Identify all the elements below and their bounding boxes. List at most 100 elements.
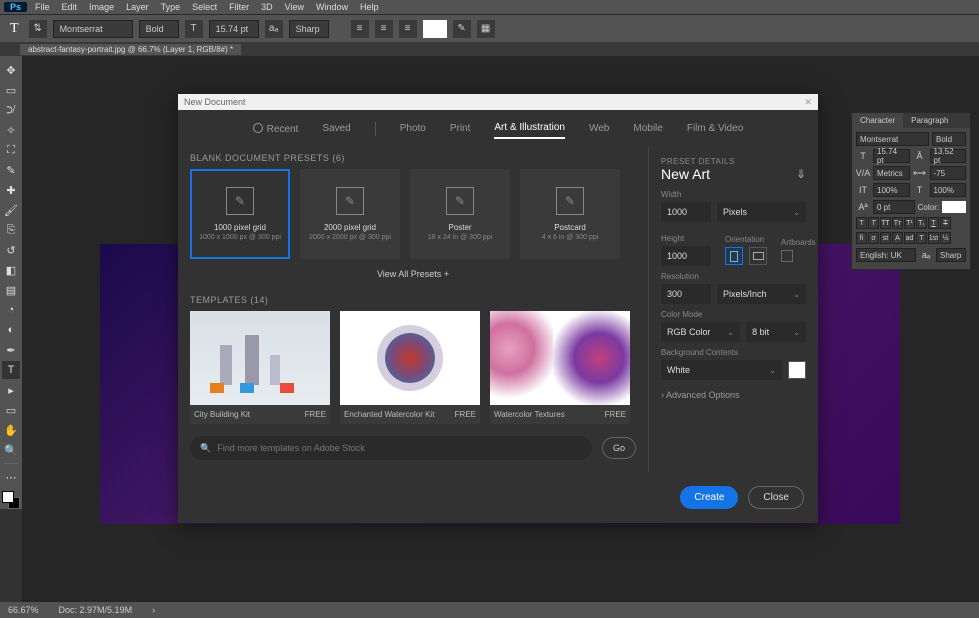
healing-tool-icon[interactable]: ✚ [2,181,20,199]
ordinals-button[interactable]: σ [868,232,879,244]
tab-film-video[interactable]: Film & Video [687,119,744,138]
brush-tool-icon[interactable]: 🖌 [2,201,20,219]
tab-mobile[interactable]: Mobile [633,119,662,138]
text-tool-icon[interactable]: T [2,361,20,379]
close-button[interactable]: Close [748,486,804,509]
tab-saved[interactable]: Saved [322,119,350,138]
close-icon[interactable]: ✕ [804,97,812,108]
font-size-field[interactable]: 15.74 pt [209,20,259,38]
menu-help[interactable]: Help [354,2,385,12]
align-left-icon[interactable]: ≡ [351,20,369,38]
width-field[interactable] [661,202,711,222]
resolution-field[interactable] [661,284,711,304]
zoom-level[interactable]: 66.67% [8,605,39,615]
align-right-icon[interactable]: ≡ [399,20,417,38]
font-family-dropdown[interactable]: Montserrat [53,20,133,38]
warp-text-icon[interactable]: ✎ [453,20,471,38]
artboards-checkbox[interactable] [781,250,793,262]
foreground-color-swatch[interactable] [2,491,14,503]
shape-tool-icon[interactable]: ▭ [2,401,20,419]
char-leading[interactable]: 13.52 pt [930,149,967,163]
char-font-family[interactable]: Montserrat [856,132,929,146]
align-center-icon[interactable]: ≡ [375,20,393,38]
lasso-tool-icon[interactable]: ⟉ [2,101,20,119]
bg-color-swatch[interactable] [788,361,806,379]
subscript-button[interactable]: T₁ [916,217,927,229]
magic-wand-tool-icon[interactable]: ✧ [2,121,20,139]
menu-image[interactable]: Image [83,2,120,12]
fractions-button[interactable]: 1st [928,232,939,244]
history-brush-tool-icon[interactable]: ↺ [2,241,20,259]
units-dropdown[interactable]: Pixels⌄ [717,202,806,222]
tab-web[interactable]: Web [589,119,609,138]
superscript-button[interactable]: T¹ [904,217,915,229]
tab-print[interactable]: Print [450,119,471,138]
move-tool-icon[interactable]: ✥ [2,61,20,79]
char-kerning[interactable]: Metrics [873,166,910,180]
menu-type[interactable]: Type [155,2,187,12]
character-tab[interactable]: Character [852,113,903,128]
color-swatches[interactable] [2,491,20,509]
preset-2000-grid[interactable]: 2000 pixel grid 2000 x 2000 px @ 300 ppi [300,169,400,259]
halfwidth-button[interactable]: ½ [940,232,951,244]
path-select-tool-icon[interactable]: ▸ [2,381,20,399]
zoom-tool-icon[interactable]: 🔍 [2,441,20,459]
view-all-presets[interactable]: View All Presets + [190,259,636,289]
tab-photo[interactable]: Photo [400,119,426,138]
faux-bold-button[interactable]: T [856,217,867,229]
hand-tool-icon[interactable]: ✋ [2,421,20,439]
eraser-tool-icon[interactable]: ◧ [2,261,20,279]
char-language[interactable]: English: UK [856,248,916,262]
menu-3d[interactable]: 3D [255,2,279,12]
menu-select[interactable]: Select [186,2,223,12]
char-color-swatch[interactable] [942,201,966,213]
menu-filter[interactable]: Filter [223,2,255,12]
smallcaps-button[interactable]: Tᴛ [892,217,903,229]
bit-depth-dropdown[interactable]: 8 bit⌄ [746,322,806,342]
underline-button[interactable]: T [928,217,939,229]
template-city-building[interactable]: City Building KitFREE [190,311,330,424]
char-size[interactable]: 15.74 pt [873,149,910,163]
ornaments-button[interactable]: ad [904,232,915,244]
antialiasing-dropdown[interactable]: Sharp [289,20,329,38]
marquee-tool-icon[interactable]: ▭ [2,81,20,99]
color-mode-dropdown[interactable]: RGB Color⌄ [661,322,740,342]
strikethrough-button[interactable]: T [940,217,951,229]
eyedropper-tool-icon[interactable]: ✎ [2,161,20,179]
tab-art-illustration[interactable]: Art & Illustration [494,118,565,139]
adobe-stock-search[interactable]: 🔍 Find more templates on Adobe Stock [190,436,592,460]
clone-tool-icon[interactable]: ⎘ [2,221,20,239]
menu-file[interactable]: File [29,2,56,12]
menu-view[interactable]: View [279,2,310,12]
menu-layer[interactable]: Layer [120,2,155,12]
save-preset-icon[interactable]: ⇓ [796,167,806,181]
titling-button[interactable]: A [892,232,903,244]
text-orientation-icon[interactable]: ⇅ [29,20,47,38]
font-style-dropdown[interactable]: Bold [139,20,179,38]
char-font-style[interactable]: Bold [932,132,966,146]
stylistic-button[interactable]: st [880,232,891,244]
char-tracking[interactable]: -75 [930,166,967,180]
template-watercolor-textures[interactable]: Watercolor TexturesFREE [490,311,630,424]
preset-postcard[interactable]: Postcard 4 x 6 in @ 300 ppi [520,169,620,259]
tab-recent[interactable]: Recent [253,118,299,139]
edit-toolbar-icon[interactable]: ⋯ [2,468,20,486]
orientation-portrait-button[interactable] [725,247,743,265]
text-color-swatch[interactable] [423,20,447,38]
menu-edit[interactable]: Edit [56,2,84,12]
preset-1000-grid[interactable]: 1000 pixel grid 1000 x 1000 px @ 300 ppi [190,169,290,259]
doc-size[interactable]: Doc: 2.97M/5.19M [59,605,133,615]
pen-tool-icon[interactable]: ✒ [2,341,20,359]
char-aa[interactable]: Sharp [936,248,966,262]
ligatures-button[interactable]: fi [856,232,867,244]
dodge-tool-icon[interactable]: ◐ [2,321,20,339]
allcaps-button[interactable]: TT [880,217,891,229]
orientation-landscape-button[interactable] [749,247,767,265]
char-vscale[interactable]: 100% [873,183,910,197]
char-hscale[interactable]: 100% [930,183,967,197]
preset-poster[interactable]: Poster 18 x 24 in @ 300 ppi [410,169,510,259]
char-baseline[interactable]: 0 pt [873,200,915,214]
paragraph-tab[interactable]: Paragraph [903,113,956,128]
gradient-tool-icon[interactable]: ▤ [2,281,20,299]
faux-italic-button[interactable]: T [868,217,879,229]
